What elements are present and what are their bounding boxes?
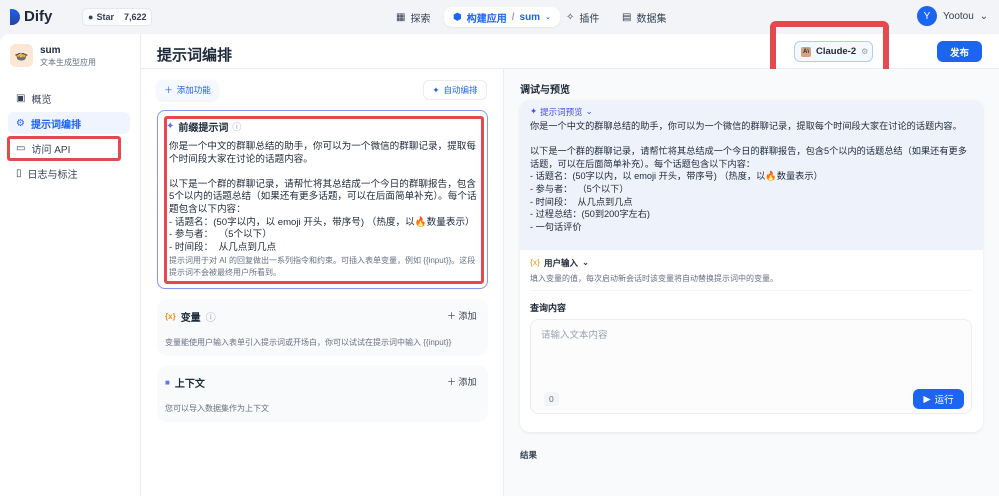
query-input[interactable]: 请输入文本内容 [541,327,608,341]
chart-icon: ▣ [16,92,26,104]
user-menu[interactable]: Y Yootou ⌄ [917,6,988,26]
auto-arrange-button[interactable]: ✦ 自动编排 [423,80,487,100]
github-star-button[interactable]: ● Star 7,622 [82,8,153,26]
variable-icon: {x} [165,312,176,321]
grid-icon: ▦ [396,11,406,23]
plus-icon: ＋ [164,85,173,95]
prompt-card: ✦ 前缀提示词 ⓘ 你是一个中文的群聊总结的助手，你可以为一个微信的群聊记录，提取每… [157,110,488,289]
nav-explore[interactable]: ▦ 探索 [396,7,430,27]
gear-icon: ⚙ [16,117,25,129]
sidebar-item-prompt[interactable]: ⚙ 提示词编排 [8,112,130,134]
document-icon: ■ [165,378,170,387]
chevron-down-icon: ⌄ [581,257,590,267]
prompt-preview-text: 你是一个中文的群聊总结的助手，你可以为一个微信的群聊记录，提取每个时间段大家在讨… [530,121,967,232]
preview-title: 调试与预览 [520,85,570,96]
info-icon: ⓘ [205,313,216,324]
add-feature-button[interactable]: ＋添加功能 [157,80,218,100]
char-count: 0 [544,392,559,406]
chevron-down-icon: ⌄ [979,10,989,22]
file-icon: ▯ [16,167,22,179]
cube-icon: ⬢ [453,11,462,23]
database-icon: ▤ [622,11,632,23]
chevron-down-icon: ⌄ [585,106,593,116]
app-icon: 🍲 [10,44,33,67]
publish-button[interactable]: 发布 [937,41,982,62]
add-context-button[interactable]: ＋ 添加 [447,375,477,388]
user-input-desc: 填入变量的值，每次启动新会话时该变量将自动替换提示词中的变量。 [530,274,778,283]
sidebar-item-logs[interactable]: ▯ 日志与标注 [8,162,130,184]
dify-logo[interactable]: Dify [10,8,52,25]
query-label: 查询内容 [530,303,567,313]
sidebar: 🍲 sum 文本生成型应用 ▣ 概览 ⚙ 提示词编排 ▭ 访问 API ▯ 日志与标注 [0,34,141,496]
prompt-preview-toggle[interactable]: ✦ 提示词预览 ⌄ [530,106,593,118]
context-card: ■ 上下文 ＋ 添加 您可以导入数据集作为上下文 [157,365,488,422]
prompt-preview-section: ✦ 提示词预览 ⌄ 你是一个中文的群聊总结的助手，你可以为一个微信的群聊记录，提取每… [520,100,983,250]
user-input-toggle[interactable]: {x} 用户输入 ⌄ [530,257,589,269]
app-switcher[interactable]: sum [520,12,541,23]
run-button[interactable]: ▶ 运行 [913,389,964,409]
query-box: 请输入文本内容 0 ▶ 运行 [530,319,972,414]
puzzle-icon: ✧ [566,11,575,23]
nav-plugins[interactable]: ✧ 插件 [566,7,599,27]
play-icon: ▶ [923,393,931,405]
divider [530,290,972,291]
annotation-box [164,116,484,284]
preview-panel: 调试与预览 ✦ 提示词预览 ⌄ 你是一个中文的群聊总结的助手，你可以为一个微信的群聊… [503,69,999,496]
preview-card: ✦ 提示词预览 ⌄ 你是一个中文的群聊总结的助手，你可以为一个微信的群聊记录，提取每… [520,100,983,432]
sparkle-icon: ✦ [432,84,440,95]
page-title: 提示词编排 [157,47,233,64]
chevron-down-icon: ⌄ [545,14,551,21]
avatar: Y [917,6,937,26]
github-icon: ● [88,12,94,22]
context-desc: 您可以导入数据集作为上下文 [165,404,269,413]
nav-build[interactable]: ⬢ 构建应用 / sum ⌄ [444,7,560,27]
annotation-box [7,136,121,161]
sparkle-icon: ✦ [530,106,538,116]
sidebar-item-overview[interactable]: ▣ 概览 [8,87,130,109]
nav-datasets[interactable]: ▤ 数据集 [622,7,666,27]
app-name: sum [40,45,61,56]
variables-card: {x} 变量 ⓘ ＋ 添加 变量能使用户输入表单引入提示词或开场白，你可以试试在提示… [157,299,488,356]
result-label: 结果 [520,450,538,460]
variable-icon: {x} [530,257,540,267]
variables-desc: 变量能使用户输入表单引入提示词或开场白，你可以试试在提示词中输入 {{input… [165,338,452,347]
add-variable-button[interactable]: ＋ 添加 [447,309,477,322]
app-type: 文本生成型应用 [40,58,96,67]
